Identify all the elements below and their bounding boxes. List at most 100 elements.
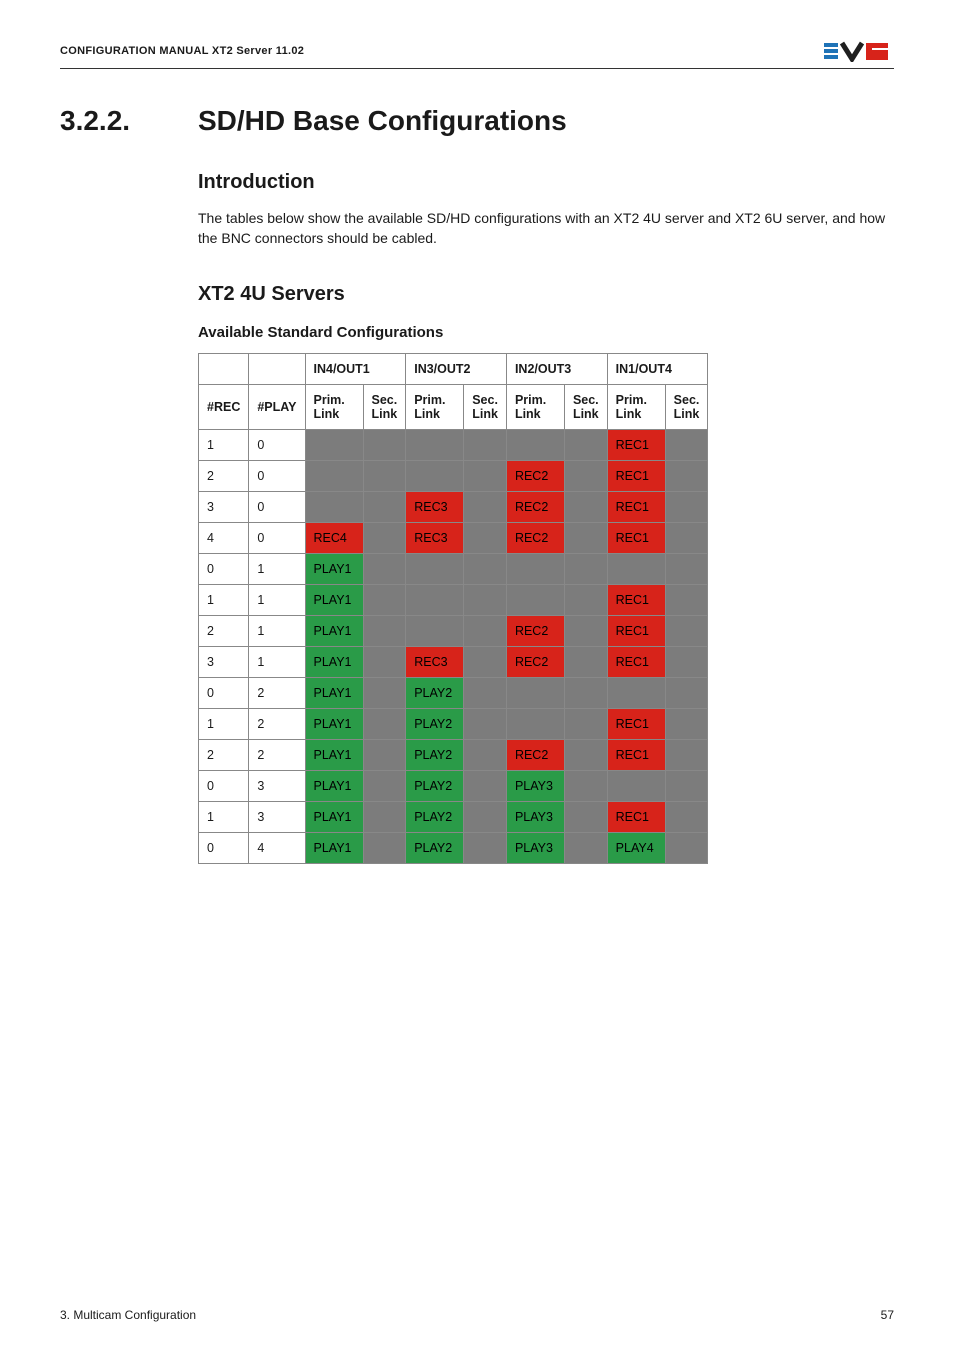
cell-rec-count: 4	[199, 522, 249, 553]
table-row: 12PLAY1PLAY2REC1	[199, 708, 708, 739]
cell-rec-count: 0	[199, 553, 249, 584]
cell-blank	[406, 553, 464, 584]
section-heading: 3.2.2. SD/HD Base Configurations	[60, 105, 894, 137]
footer-left: 3. Multicam Configuration	[60, 1308, 196, 1322]
header-prim: Prim. Link	[607, 384, 665, 429]
cell-blank	[464, 708, 507, 739]
cell-blank	[607, 553, 665, 584]
cell-blank	[665, 460, 708, 491]
cell-rec-count: 2	[199, 739, 249, 770]
table-row: 30REC3REC2REC1	[199, 491, 708, 522]
cell-rec: REC3	[406, 646, 464, 677]
cell-rec: REC1	[607, 460, 665, 491]
cell-play-count: 0	[249, 460, 305, 491]
table-row: 02PLAY1PLAY2	[199, 677, 708, 708]
cell-blank	[406, 460, 464, 491]
cell-rec: REC1	[607, 584, 665, 615]
cell-play: PLAY1	[305, 770, 363, 801]
cell-rec: REC3	[406, 491, 464, 522]
cell-blank	[464, 770, 507, 801]
cell-rec: REC2	[506, 646, 564, 677]
header-group-in4out1: IN4/OUT1	[305, 353, 406, 384]
manual-title: CONFIGURATION MANUAL XT2 Server 11.02	[60, 45, 304, 57]
cell-blank	[464, 677, 507, 708]
cell-blank	[363, 553, 406, 584]
cell-play: PLAY2	[406, 677, 464, 708]
cell-play-count: 3	[249, 770, 305, 801]
cell-rec-count: 1	[199, 429, 249, 460]
cell-blank	[464, 832, 507, 863]
cell-rec: REC2	[506, 615, 564, 646]
cell-blank	[564, 739, 607, 770]
cell-blank	[363, 801, 406, 832]
cell-blank	[564, 677, 607, 708]
cell-rec-count: 2	[199, 615, 249, 646]
cell-blank	[665, 646, 708, 677]
cell-blank	[464, 429, 507, 460]
cell-blank	[564, 615, 607, 646]
header-sec: Sec. Link	[665, 384, 708, 429]
cell-rec-count: 3	[199, 646, 249, 677]
cell-blank	[464, 801, 507, 832]
page-footer: 3. Multicam Configuration 57	[60, 1308, 894, 1322]
servers-heading: XT2 4U Servers	[198, 283, 894, 306]
cell-rec: REC2	[506, 491, 564, 522]
cell-rec-count: 3	[199, 491, 249, 522]
cell-blank	[464, 553, 507, 584]
cell-blank	[363, 615, 406, 646]
cell-blank	[665, 615, 708, 646]
cell-rec: REC1	[607, 429, 665, 460]
evs-logo	[824, 40, 894, 62]
table-row: 22PLAY1PLAY2REC2REC1	[199, 739, 708, 770]
cell-blank	[363, 646, 406, 677]
header-rec: #REC	[199, 384, 249, 429]
cell-play-count: 1	[249, 553, 305, 584]
cell-play: PLAY2	[406, 770, 464, 801]
table-row: 13PLAY1PLAY2PLAY3REC1	[199, 801, 708, 832]
cell-play: PLAY3	[506, 832, 564, 863]
cell-rec: REC1	[607, 708, 665, 739]
cell-blank	[564, 429, 607, 460]
cell-play: PLAY1	[305, 739, 363, 770]
header-group-in3out2: IN3/OUT2	[406, 353, 507, 384]
cell-play-count: 4	[249, 832, 305, 863]
intro-heading: Introduction	[198, 171, 894, 194]
cell-rec: REC1	[607, 646, 665, 677]
cell-blank	[305, 491, 363, 522]
cell-rec-count: 0	[199, 832, 249, 863]
header-play: #PLAY	[249, 384, 305, 429]
cell-blank	[564, 646, 607, 677]
cell-blank	[665, 429, 708, 460]
header-group-in2out3: IN2/OUT3	[506, 353, 607, 384]
cell-blank	[363, 832, 406, 863]
table-row: 20REC2REC1	[199, 460, 708, 491]
table-header-row-cols: #REC #PLAY Prim. Link Sec. Link Prim. Li…	[199, 384, 708, 429]
cell-blank	[564, 460, 607, 491]
cell-rec: REC1	[607, 491, 665, 522]
cell-play: PLAY1	[305, 832, 363, 863]
cell-blank	[665, 770, 708, 801]
cell-rec: REC2	[506, 739, 564, 770]
table-row: 01PLAY1	[199, 553, 708, 584]
cell-blank	[665, 584, 708, 615]
cell-rec-count: 1	[199, 584, 249, 615]
cell-blank	[464, 646, 507, 677]
cell-play-count: 3	[249, 801, 305, 832]
cell-play: PLAY2	[406, 801, 464, 832]
cell-rec-count: 0	[199, 770, 249, 801]
cell-blank	[363, 491, 406, 522]
cell-blank	[564, 708, 607, 739]
cell-blank	[665, 801, 708, 832]
cell-play-count: 1	[249, 615, 305, 646]
cell-play: PLAY1	[305, 615, 363, 646]
cell-blank	[363, 708, 406, 739]
header-prim: Prim. Link	[406, 384, 464, 429]
cell-blank	[363, 770, 406, 801]
cell-blank	[506, 677, 564, 708]
cell-blank	[564, 832, 607, 863]
header-blank	[199, 353, 249, 384]
cell-blank	[406, 615, 464, 646]
cell-blank	[363, 584, 406, 615]
cell-rec-count: 1	[199, 708, 249, 739]
cell-blank	[665, 677, 708, 708]
